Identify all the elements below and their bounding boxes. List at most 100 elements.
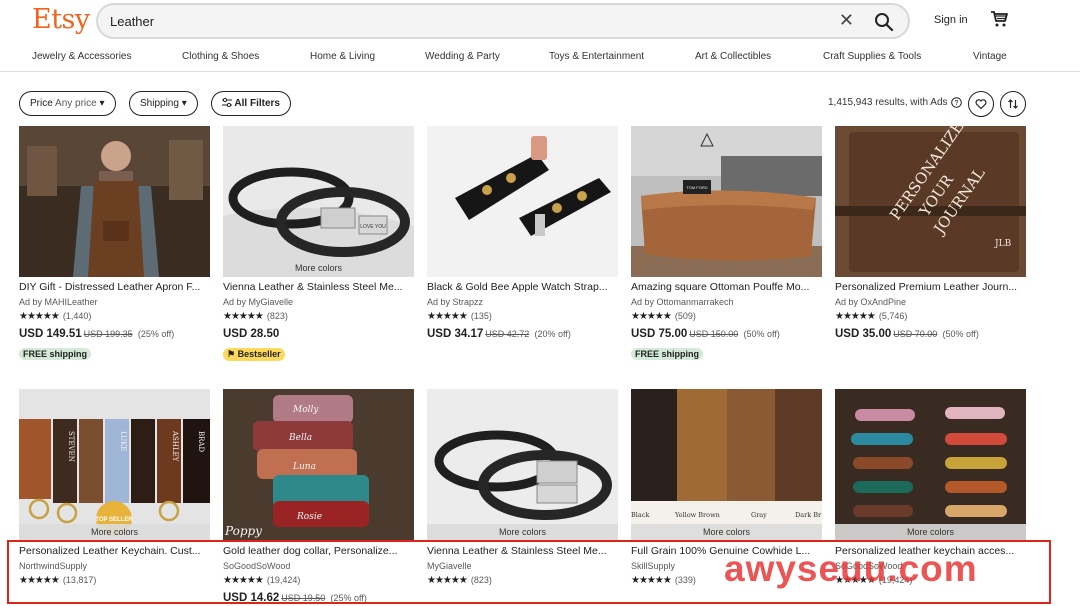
shipping-filter-button[interactable]: Shipping ▾	[129, 91, 198, 116]
more-colors-label: More colors	[631, 524, 822, 541]
original-price: USD 42.72	[485, 329, 530, 339]
product-image[interactable]: LOVE YOU More colors	[223, 126, 414, 277]
price-filter-button[interactable]: Price Any price ▾	[19, 91, 116, 116]
site-header: Etsy Leather ✕ Sign in	[0, 0, 1080, 44]
product-card[interactable]: DIY Gift - Distressed Leather Apron F...…	[19, 126, 210, 362]
product-seller: Ad by Strapzz	[427, 297, 484, 307]
more-colors-label: More colors	[427, 524, 618, 541]
product-image[interactable]: More colors	[835, 389, 1026, 541]
svg-text:?: ?	[955, 100, 959, 107]
swatch-label-1: Black	[631, 511, 649, 519]
product-rating: ★★★★★ (5,746)	[835, 311, 1026, 325]
all-filters-button[interactable]: All Filters	[211, 91, 291, 116]
product-image[interactable]: Black Yellow Brown Gray Dark Br More col…	[631, 389, 822, 541]
category-jewelry[interactable]: Jewelry & Accessories	[32, 51, 131, 62]
rating-stars: ★★★★★	[19, 311, 60, 322]
keychain-name-2: LUKE	[119, 431, 127, 452]
bestseller-badge: ⚑ Bestseller	[223, 348, 285, 361]
category-clothing[interactable]: Clothing & Shoes	[182, 51, 259, 62]
product-rating: ★★★★★ (135)	[427, 311, 618, 325]
product-rating: ★★★★★ (509)	[631, 311, 822, 325]
bestseller-icon: ⚑	[227, 349, 238, 359]
chevron-down-icon: ▾	[181, 98, 187, 109]
category-craft[interactable]: Craft Supplies & Tools	[823, 51, 921, 62]
product-image[interactable]	[19, 126, 210, 277]
cart-icon[interactable]	[990, 10, 1008, 28]
product-image[interactable]	[427, 126, 618, 277]
product-card[interactable]: Black & Gold Bee Apple Watch Strap... Ad…	[427, 126, 618, 344]
collar-name-2: Bella	[288, 433, 312, 443]
original-price: USD 70.00	[893, 329, 938, 339]
product-image[interactable]: PERSONALIZE YOUR JOURNAL JLB	[835, 126, 1026, 277]
review-count: (5,746)	[878, 311, 908, 321]
product-title[interactable]: Personalized Premium Leather Journ...	[835, 281, 1026, 295]
discount-label: (25% off)	[137, 329, 175, 339]
current-price: USD 28.50	[223, 328, 280, 340]
table-book-text: TOM FORD	[686, 185, 707, 190]
product-price: USD 75.00 USD 150.00 (50% off)	[631, 328, 822, 344]
more-colors-label: More colors	[19, 524, 210, 541]
more-colors-label: More colors	[223, 260, 414, 277]
results-count: 1,415,943 results, with Ads	[828, 97, 948, 108]
product-card[interactable]: TOM FORD Amazing square Ottoman Pouffe M…	[631, 126, 822, 362]
product-image[interactable]: TOM FORD	[631, 126, 822, 277]
category-art[interactable]: Art & Collectibles	[695, 51, 771, 62]
current-price: USD 34.17	[427, 328, 484, 340]
product-seller: Ad by OxAndPine	[835, 297, 907, 307]
rating-stars: ★★★★★	[427, 311, 468, 322]
swatch-label-2: Yellow Brown	[674, 511, 720, 519]
chevron-down-icon: ▾	[99, 98, 105, 109]
product-seller: Ad by Ottomanmarrakech	[631, 297, 734, 307]
search-icon[interactable]	[874, 12, 894, 32]
current-price: USD 75.00	[631, 328, 688, 340]
discount-label: (50% off)	[743, 329, 780, 339]
product-price: USD 34.17 USD 42.72 (20% off)	[427, 328, 618, 344]
keychain-name-3: ASHLEY	[171, 430, 179, 462]
category-home[interactable]: Home & Living	[310, 51, 375, 62]
swatch-label-4: Dark Br	[795, 511, 822, 519]
category-nav: Jewelry & Accessories Clothing & Shoes H…	[0, 50, 1080, 72]
free-shipping-badge: FREE shipping	[19, 348, 91, 360]
category-toys[interactable]: Toys & Entertainment	[549, 51, 644, 62]
product-title[interactable]: Vienna Leather & Stainless Steel Me...	[223, 281, 414, 295]
product-title[interactable]: Black & Gold Bee Apple Watch Strap...	[427, 281, 618, 295]
original-price: USD 150.00	[689, 329, 739, 339]
clear-search-icon[interactable]: ✕	[839, 10, 854, 31]
rating-stars: ★★★★★	[223, 311, 264, 322]
rating-stars: ★★★★★	[835, 311, 876, 322]
product-image[interactable]: Molly Bella Luna Rosie Poppy	[223, 389, 414, 541]
review-count: (135)	[470, 311, 492, 321]
product-price: USD 35.00 USD 70.00 (50% off)	[835, 328, 1026, 344]
free-shipping-badge: FREE shipping	[631, 348, 703, 360]
info-icon[interactable]: ?	[951, 97, 962, 108]
category-vintage[interactable]: Vintage	[973, 51, 1007, 62]
more-colors-label: More colors	[835, 524, 1026, 541]
review-count: (823)	[266, 311, 288, 321]
current-price: USD 149.51	[19, 328, 82, 340]
save-search-button[interactable]	[968, 91, 994, 117]
all-filters-label: All Filters	[234, 98, 280, 109]
product-card[interactable]: PERSONALIZE YOUR JOURNAL JLB Personalize…	[835, 126, 1026, 344]
product-title[interactable]: Amazing square Ottoman Pouffe Mo...	[631, 281, 822, 295]
product-card[interactable]: LOVE YOU More colors Vienna Leather & St…	[223, 126, 414, 362]
search-bar[interactable]: Leather ✕	[96, 3, 910, 39]
product-title[interactable]: DIY Gift - Distressed Leather Apron F...	[19, 281, 210, 295]
product-price: USD 149.51 USD 199.35 (25% off)	[19, 328, 210, 344]
sort-button[interactable]	[1000, 91, 1026, 117]
etsy-logo[interactable]: Etsy	[32, 4, 90, 35]
collar-name-1: Molly	[292, 405, 319, 415]
review-count: (509)	[674, 311, 696, 321]
bestseller-label: Bestseller	[237, 349, 281, 359]
current-price: USD 35.00	[835, 328, 892, 340]
filter-sliders-icon	[222, 97, 232, 108]
price-filter-label: Price	[30, 98, 53, 109]
category-wedding[interactable]: Wedding & Party	[425, 51, 500, 62]
collar-name-4: Rosie	[296, 512, 322, 522]
product-image[interactable]: More colors	[427, 389, 618, 541]
search-input[interactable]: Leather	[110, 14, 154, 29]
rating-stars: ★★★★★	[631, 311, 672, 322]
product-seller: Ad by MAHILeather	[19, 297, 98, 307]
sign-in-link[interactable]: Sign in	[934, 14, 968, 26]
product-image[interactable]: STEVEN LUKE ASHLEY BRAD TOP SELLER More …	[19, 389, 210, 541]
top-seller-text: TOP SELLER	[95, 517, 133, 523]
